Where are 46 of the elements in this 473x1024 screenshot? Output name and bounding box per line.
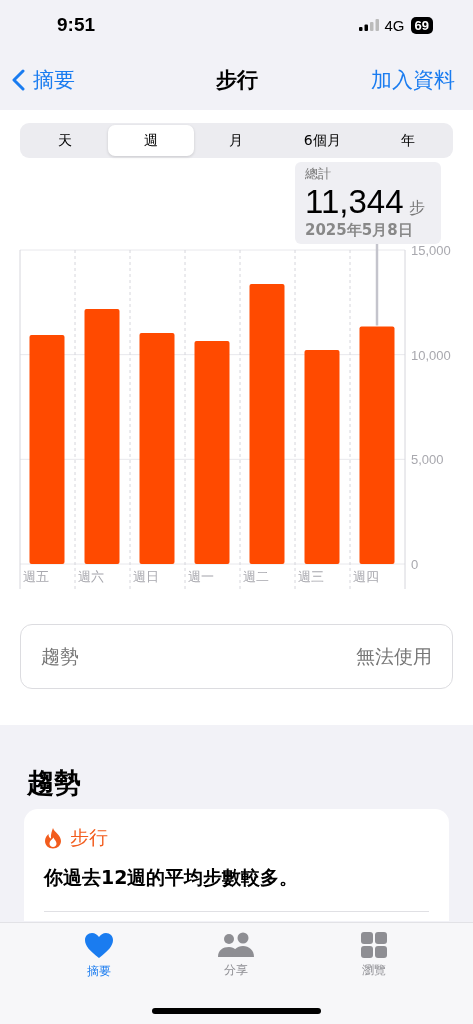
period-tab[interactable]: 6個月 — [279, 125, 366, 156]
section-heading: 趨勢 — [27, 766, 82, 800]
trend-row[interactable]: 趨勢 無法使用 — [20, 624, 453, 689]
grid-icon — [361, 932, 388, 958]
status-time: 9:51 — [57, 14, 96, 36]
period-tab[interactable]: 天 — [22, 125, 108, 156]
y-axis-label: 10,000 — [411, 347, 451, 363]
page-title: 步行 — [214, 67, 259, 94]
trend-label: 趨勢 — [41, 643, 79, 669]
period-tab[interactable]: 週 — [107, 125, 194, 156]
tooltip-date: 2025年5月8日 — [305, 221, 414, 240]
x-axis-label: 週二 — [243, 569, 269, 584]
bar[interactable] — [84, 309, 120, 564]
bar[interactable] — [249, 283, 285, 564]
heart-icon — [83, 932, 114, 959]
x-axis-label: 週六 — [78, 569, 104, 584]
bar[interactable] — [304, 350, 340, 564]
x-axis-label: 週日 — [133, 569, 159, 584]
bar[interactable] — [29, 335, 65, 564]
battery-indicator: 69 — [410, 16, 433, 34]
y-axis-label: 5,000 — [411, 452, 444, 468]
add-data-link[interactable]: 加入資料 — [371, 66, 455, 94]
trend-text: 你過去12週的平均步數較多。 — [44, 865, 300, 890]
y-axis-label: 0 — [411, 557, 419, 572]
tab-item[interactable]: 摘要 — [58, 931, 139, 981]
period-tab[interactable]: 年 — [365, 125, 451, 156]
y-axis-label: 15,000 — [411, 244, 451, 258]
signal-icon — [358, 19, 379, 31]
step-unit: 步 — [409, 198, 426, 219]
x-axis-label: 週五 — [23, 569, 49, 584]
period-tab[interactable]: 月 — [193, 125, 280, 156]
bar[interactable] — [359, 326, 395, 564]
step-total: 11,344 — [305, 183, 404, 221]
tooltip-label: 總計 — [305, 165, 332, 183]
trend-card[interactable]: 步行 你過去12週的平均步數較多。 — [24, 809, 449, 921]
x-axis-label: 週四 — [353, 569, 379, 584]
trend-status: 無法使用 — [356, 643, 432, 669]
people-icon — [217, 932, 256, 958]
back-chevron-icon — [12, 69, 25, 91]
card-title: 步行 — [70, 825, 108, 850]
back-link[interactable]: 摘要 — [12, 66, 75, 94]
network-label: 4G — [384, 16, 405, 34]
bar[interactable] — [194, 341, 230, 564]
bar[interactable] — [139, 332, 175, 564]
x-axis-label: 週三 — [298, 569, 324, 584]
flame-icon — [44, 827, 62, 849]
